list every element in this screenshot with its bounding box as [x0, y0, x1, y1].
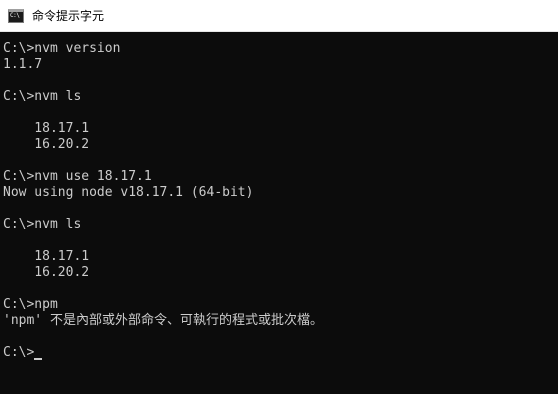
- text-cursor: [34, 358, 43, 360]
- console-line: 'npm' 不是內部或外部命令、可執行的程式或批次檔。: [3, 313, 323, 328]
- console-line: C:\>npm: [3, 297, 58, 312]
- console-line: C:\>nvm version: [3, 41, 121, 56]
- console-line: C:\>nvm ls: [3, 89, 82, 104]
- console-line: C:\>nvm use 18.17.1: [3, 169, 152, 184]
- title-bar[interactable]: C:\ 命令提示字元: [0, 0, 558, 32]
- console-line: C:\>nvm ls: [3, 217, 82, 232]
- console-line: 18.17.1: [3, 121, 90, 136]
- console-line: 18.17.1: [3, 249, 90, 264]
- console-icon-glyph: C:\: [10, 12, 20, 19]
- current-prompt: C:\>: [3, 345, 35, 360]
- window-title: 命令提示字元: [32, 9, 105, 23]
- command-prompt-window: C:\ 命令提示字元 C:\>nvm version 1.1.7 C:\>nvm…: [0, 0, 558, 394]
- current-prompt-line[interactable]: C:\>: [3, 345, 43, 361]
- console-app-icon[interactable]: C:\: [8, 9, 24, 23]
- console-output[interactable]: C:\>nvm version 1.1.7 C:\>nvm ls 18.17.1…: [0, 33, 558, 394]
- console-line: 16.20.2: [3, 265, 90, 280]
- console-line: Now using node v18.17.1 (64-bit): [3, 185, 254, 200]
- console-line: 1.1.7: [3, 57, 43, 72]
- console-line: 16.20.2: [3, 137, 90, 152]
